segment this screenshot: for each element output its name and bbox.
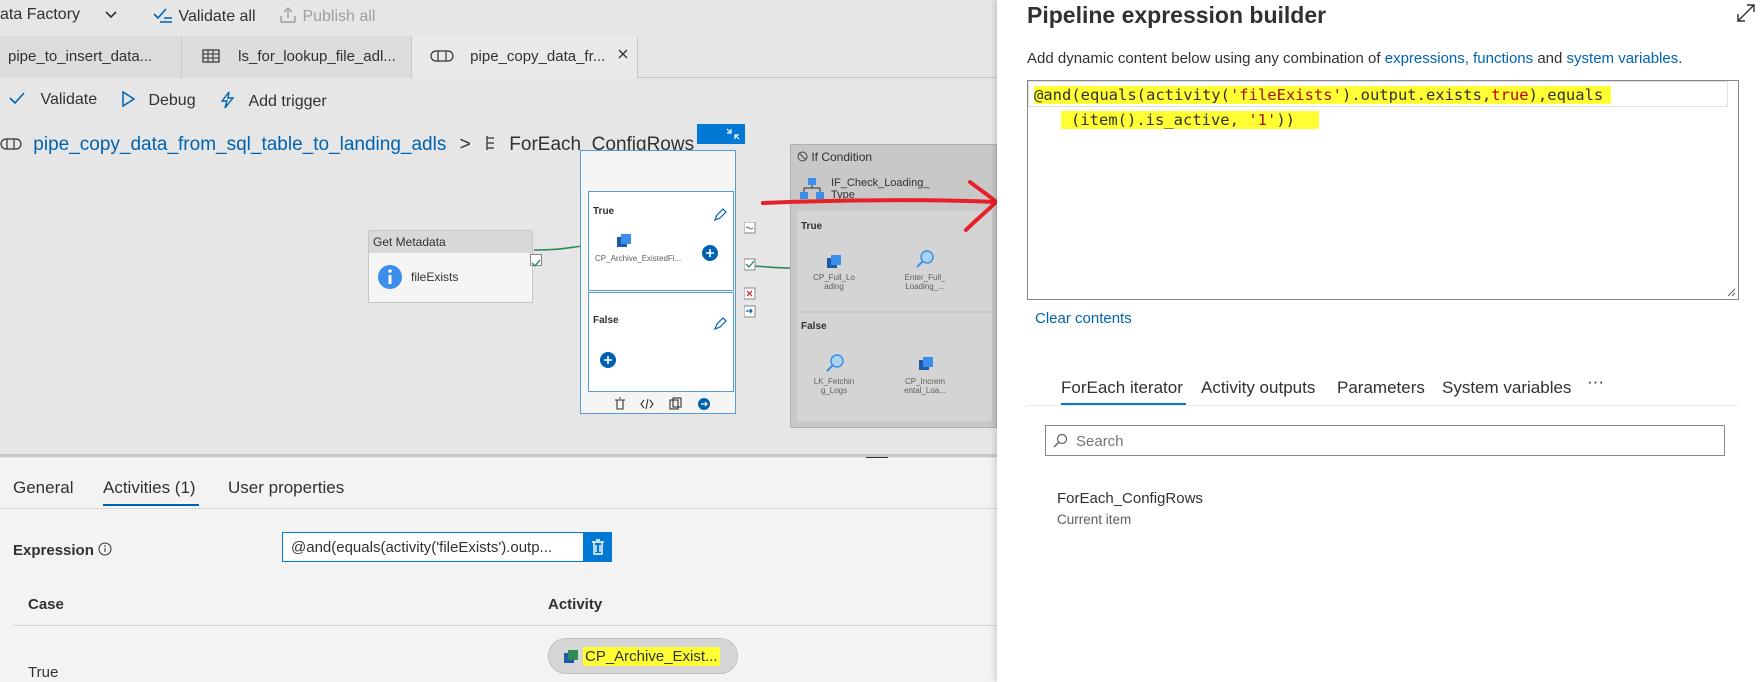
add-activity-icon[interactable] bbox=[701, 244, 719, 262]
branch-false-label: False bbox=[801, 321, 827, 332]
activity-chip-label: CP_Archive_Exist... bbox=[583, 647, 720, 666]
more-tabs-button[interactable]: ··· bbox=[1587, 372, 1604, 392]
authoring-pane: ata Factory Validate all Publish all pip… bbox=[0, 0, 997, 682]
expression-label: Expression bbox=[13, 542, 94, 559]
tab-foreach-iterator[interactable]: ForEach iterator bbox=[1061, 378, 1183, 398]
activity-chip[interactable]: CP_Archive_Exist... bbox=[548, 638, 738, 674]
clear-contents-link[interactable]: Clear contents bbox=[1035, 310, 1132, 327]
node-actions[interactable] bbox=[613, 397, 713, 411]
expression-token: (item().is_active, bbox=[1061, 111, 1249, 129]
expression-builder-panel: Pipeline expression builder Add dynamic … bbox=[997, 0, 1762, 682]
annotation-arrow-icon bbox=[761, 180, 998, 232]
intro-prefix: Add dynamic content below using any comb… bbox=[1027, 50, 1381, 67]
expression-input[interactable]: @and(equals(activity('fileExists').outp.… bbox=[282, 532, 584, 562]
add-activity-icon[interactable] bbox=[599, 351, 617, 369]
copy-activity-icon bbox=[564, 650, 578, 663]
case-false-container[interactable]: False bbox=[588, 292, 734, 392]
edit-icon[interactable] bbox=[713, 208, 727, 222]
activity-name: CP_Archive_ExistedFi... bbox=[595, 254, 682, 263]
expression-keyword: true bbox=[1491, 86, 1529, 104]
resize-handle-icon[interactable] bbox=[1726, 287, 1736, 297]
if-condition-header: If Condition bbox=[791, 145, 996, 167]
activity-type-label: If Condition bbox=[811, 150, 873, 164]
delete-expression-button[interactable] bbox=[584, 532, 612, 562]
expression-line-2: (item().is_active, '1')) bbox=[1034, 108, 1732, 133]
pane-splitter[interactable] bbox=[0, 454, 997, 457]
search-box[interactable] bbox=[1045, 425, 1725, 456]
activity-column-header: Activity bbox=[548, 596, 603, 613]
tab-system-variables[interactable]: System variables bbox=[1442, 378, 1571, 398]
tab-activities[interactable]: Activities (1) bbox=[103, 478, 196, 498]
copy-activity-icon bbox=[919, 357, 933, 370]
search-input[interactable] bbox=[1076, 430, 1676, 452]
divider bbox=[1027, 405, 1739, 406]
expression-string: '1' bbox=[1248, 111, 1277, 129]
activity-name: CP_Full_Lo ading bbox=[813, 273, 855, 291]
intro-and: and bbox=[1537, 50, 1563, 67]
get-metadata-activity[interactable]: Get Metadata fileExists bbox=[368, 230, 533, 303]
trash-icon bbox=[592, 539, 604, 555]
activity-name: Enter_Full_ Loading_... bbox=[904, 273, 946, 291]
divider bbox=[13, 625, 997, 626]
expression-token: ),equals bbox=[1528, 86, 1604, 104]
iterator-item-name: ForEach_ConfigRows bbox=[1057, 490, 1203, 507]
case-value: True bbox=[28, 664, 59, 681]
iterator-item[interactable]: ForEach_ConfigRows Current item bbox=[1057, 490, 1357, 534]
tab-parameters[interactable]: Parameters bbox=[1337, 378, 1425, 398]
if-false-branch[interactable]: False LK_Fetchin g_Logs CP_Increm ental_… bbox=[797, 313, 992, 421]
tab-general[interactable]: General bbox=[13, 478, 73, 498]
copy-activity-icon bbox=[827, 255, 841, 268]
activity-name: fileExists bbox=[411, 270, 459, 284]
expression-token: )) bbox=[1276, 111, 1319, 129]
lookup-icon bbox=[826, 354, 844, 372]
properties-panel: General Activities (1) User properties E… bbox=[0, 458, 997, 682]
tab-user-properties[interactable]: User properties bbox=[228, 478, 344, 498]
case-false-label: False bbox=[593, 315, 619, 326]
panel-title: Pipeline expression builder bbox=[1027, 2, 1327, 28]
disabled-icon bbox=[797, 151, 808, 162]
expand-icon[interactable] bbox=[1735, 2, 1757, 24]
arrow-right-icon bbox=[698, 398, 710, 410]
case-column-header: Case bbox=[28, 596, 64, 613]
activity-name: LK_Fetchin g_Logs bbox=[813, 377, 855, 395]
switch-ports[interactable] bbox=[743, 221, 756, 318]
copy-activity-icon bbox=[617, 234, 631, 247]
expression-token: ).output.exists, bbox=[1341, 86, 1492, 104]
expression-editor[interactable]: @and(equals(activity('fileExists').outpu… bbox=[1027, 80, 1739, 300]
tab-activity-outputs[interactable]: Activity outputs bbox=[1201, 378, 1315, 398]
case-true-label: True bbox=[593, 206, 615, 217]
expressions-functions-link[interactable]: expressions, functions bbox=[1385, 50, 1533, 67]
code-icon bbox=[640, 398, 654, 410]
activity-type-label: Get Metadata bbox=[369, 231, 532, 253]
lookup-icon bbox=[916, 250, 934, 268]
system-variables-link[interactable]: system variables bbox=[1567, 50, 1679, 67]
edit-icon[interactable] bbox=[713, 317, 727, 331]
case-true-container[interactable]: True CP_Archive_ExistedFi... bbox=[588, 191, 734, 291]
search-icon bbox=[1053, 433, 1068, 448]
delete-icon bbox=[615, 397, 625, 410]
expression-string: 'fileExists' bbox=[1229, 86, 1342, 104]
expression-highlight-tail bbox=[1603, 86, 1612, 104]
info-icon[interactable] bbox=[98, 542, 112, 556]
activity-name: CP_Increm ental_Loa... bbox=[904, 377, 946, 395]
clone-icon bbox=[669, 397, 682, 410]
iterator-item-desc: Current item bbox=[1057, 512, 1132, 527]
intro-suffix: . bbox=[1678, 50, 1683, 67]
divider bbox=[0, 508, 997, 509]
expression-token: @and(equals(activity( bbox=[1034, 86, 1230, 104]
success-port-icon[interactable] bbox=[530, 254, 542, 268]
info-icon bbox=[378, 265, 402, 289]
active-tab-indicator bbox=[103, 504, 199, 506]
expression-line-1: @and(equals(activity('fileExists').outpu… bbox=[1034, 83, 1732, 108]
intro-text: Add dynamic content below using any comb… bbox=[1027, 50, 1682, 67]
switch-activity[interactable]: True CP_Archive_ExistedFi... False bbox=[580, 150, 736, 414]
